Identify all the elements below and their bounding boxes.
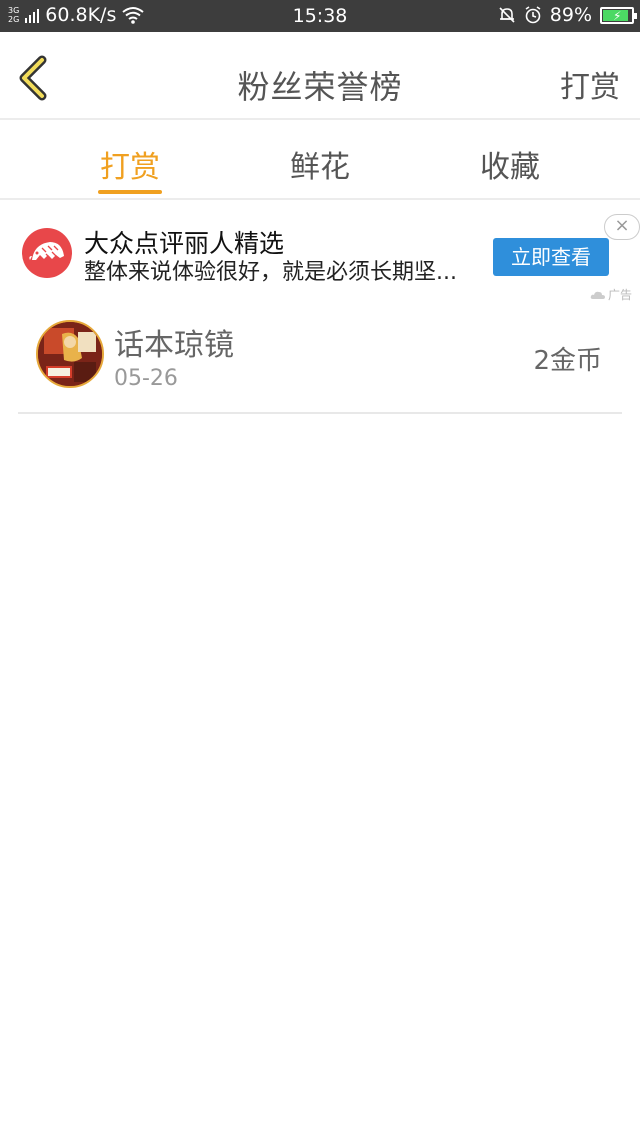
reward-action-button[interactable]: 打赏 [560, 62, 620, 106]
status-right: 89% ⚡ [498, 4, 637, 26]
reward-amount: 2金币 [533, 346, 602, 376]
ad-tag-label: 广告 [608, 288, 633, 302]
avatar-image [38, 322, 102, 386]
ad-tag: 广告 [590, 286, 632, 303]
tab-flowers[interactable]: 鲜花 [260, 142, 380, 186]
mute-bell-icon [499, 7, 515, 23]
battery-icon: ⚡ [600, 6, 637, 24]
status-bar: 3G 2G 60.8K/s 15:38 89% ⚡ [0, 0, 640, 32]
ad-logo [22, 228, 72, 278]
fan-list: 话本琼镜 05-26 2金币 [18, 302, 622, 414]
ad-description: 整体来说体验很好，就是必须长期坚... [84, 260, 457, 285]
ad-banner[interactable]: 大众点评丽人精选 整体来说体验很好，就是必须长期坚... 立即查看 × 广告 [0, 202, 640, 302]
active-tab-indicator [98, 190, 162, 194]
ad-view-now-button[interactable]: 立即查看 [493, 238, 609, 276]
reward-date: 05-26 [114, 366, 178, 391]
cloud-icon [590, 291, 605, 299]
ad-close-button[interactable]: × [604, 214, 640, 240]
header: 粉丝荣誉榜 打赏 [0, 32, 640, 120]
alarm-icon [525, 6, 541, 24]
tab-favorites[interactable]: 收藏 [450, 142, 570, 186]
hedgehog-logo-icon [29, 242, 64, 260]
list-item[interactable]: 话本琼镜 05-26 2金币 [18, 302, 622, 414]
fan-name: 话本琼镜 [114, 328, 234, 363]
page-title: 粉丝荣誉榜 [237, 68, 403, 106]
tab-bar: 打赏 鲜花 收藏 [0, 122, 640, 200]
avatar [36, 320, 104, 388]
tab-reward[interactable]: 打赏 [70, 142, 190, 186]
battery-percent: 89% [549, 4, 592, 26]
